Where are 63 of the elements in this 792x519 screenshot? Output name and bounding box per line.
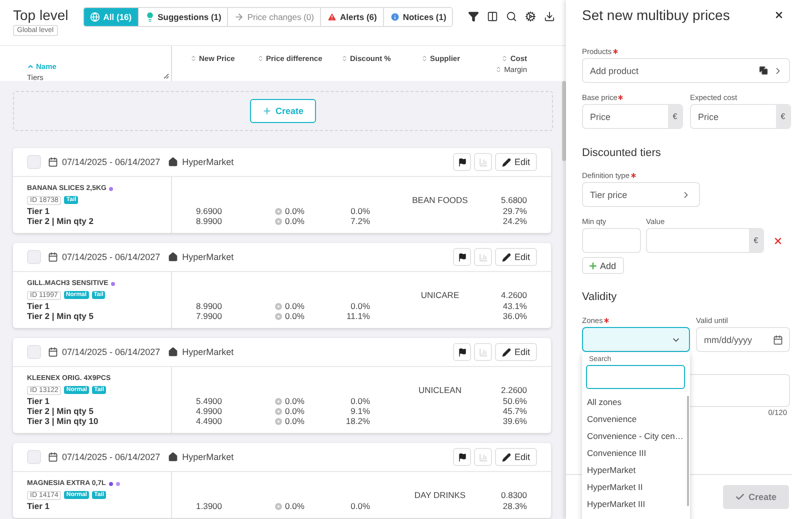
margin-value: 43.1% [502,301,527,311]
date-range: 07/14/2025 - 06/14/2027 [62,252,160,262]
currency-addon: € [776,105,790,128]
margin-value: 36.0% [502,311,527,321]
section-heading: Discounted tiers [582,147,662,159]
discount-value: 7.2% [350,216,370,226]
supplier-name: UNICARE [420,290,460,300]
margin-value: 29.7% [502,206,527,216]
panel-title: Set new multibuy prices [582,7,730,23]
tier-label: Tier 1 [27,206,50,216]
price-difference: 0.0% [285,406,304,416]
margin-value: 39.6% [502,416,527,426]
new-price: 8.9900 [195,216,222,226]
new-price: 9.6900 [195,206,222,216]
currency-addon: € [668,105,682,128]
cost-value: 5.6800 [500,195,527,205]
price-difference: 0.0% [285,206,304,216]
tier-label: Tier 3 | Min qty 10 [27,416,98,426]
tier-label: Tier 1 [27,501,50,511]
supplier-name: DAY DRINKS [413,490,467,500]
tier-label: Tier 1 [27,301,50,311]
new-price: 7.9900 [195,311,222,321]
cost-value: 0.8300 [500,490,527,500]
date-range: 07/14/2025 - 06/14/2027 [62,452,160,462]
section-heading: Validity [582,291,618,303]
price-difference: 0.0% [285,396,304,406]
supplier-name: BEAN FOODS [411,195,469,205]
supplier-name: UNICLEAN [418,385,462,395]
cost-value: 2.2600 [500,385,527,395]
store-name: HyperMarket [182,157,234,167]
discount-value: 0.0% [350,501,370,511]
tier-label: Tier 2 | Min qty 5 [27,406,94,416]
margin-value: 28.3% [502,501,527,511]
discount-value: 0.0% [350,301,370,311]
price-difference: 0.0% [285,311,304,321]
discount-value: 0.0% [350,396,370,406]
new-price: 4.9900 [195,406,222,416]
cost-value: 4.2600 [500,290,527,300]
date-range: 07/14/2025 - 06/14/2027 [62,157,160,167]
price-difference: 0.0% [285,501,304,511]
discount-value: 11.1% [346,311,370,321]
tier-label: Tier 2 | Min qty 2 [27,216,94,226]
price-difference: 0.0% [285,216,304,226]
new-price: 1.3900 [195,501,222,511]
date-range: 07/14/2025 - 06/14/2027 [62,347,160,357]
new-price: 5.4900 [195,396,222,406]
tier-label: Tier 2 | Min qty 5 [27,311,94,321]
discount-value: 0.0% [350,206,370,216]
price-difference: 0.0% [285,416,304,426]
margin-value: 45.7% [502,406,527,416]
store-name: HyperMarket [182,347,234,357]
discount-value: 18.2% [344,416,370,426]
tier-label: Tier 1 [27,396,50,406]
discount-value: 9.1% [350,406,370,416]
page-title: Top level [13,7,68,23]
currency-addon: € [749,229,763,252]
margin-value: 50.6% [502,396,527,406]
new-price: 4.4900 [195,416,222,426]
store-name: HyperMarket [182,252,234,262]
new-price: 8.9900 [195,301,222,311]
price-difference: 0.0% [285,301,304,311]
store-name: HyperMarket [182,452,234,462]
margin-value: 24.2% [502,216,527,226]
